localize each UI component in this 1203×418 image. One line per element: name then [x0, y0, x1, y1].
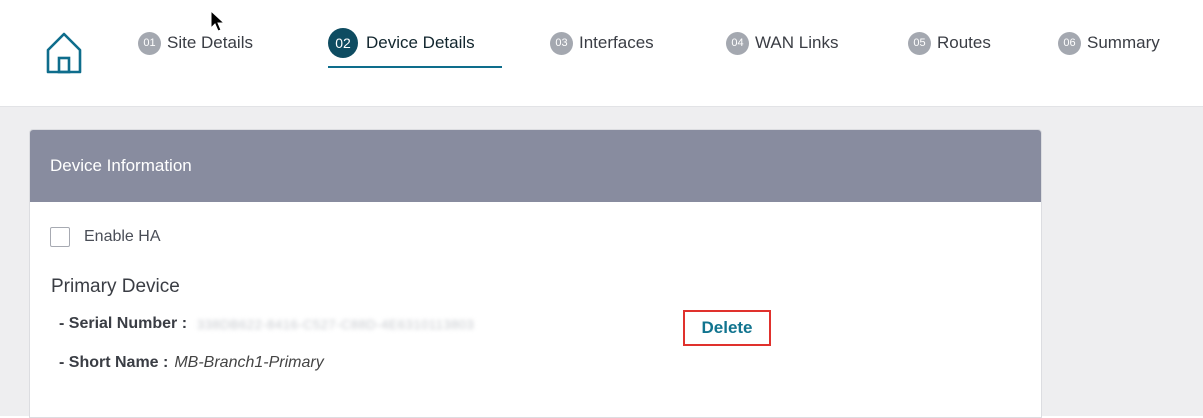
- step-number: 01: [138, 31, 161, 55]
- home-icon[interactable]: [44, 28, 84, 76]
- serial-number-label: - Serial Number :: [59, 315, 188, 332]
- enable-ha-label: Enable HA: [84, 228, 161, 245]
- serial-number-value: 338DB622-8416-C527-C88D-4E6310113803: [197, 316, 475, 332]
- wizard-header: 01 Site Details 02 Device Details 03 Int…: [0, 0, 1203, 107]
- step-interfaces[interactable]: 03 Interfaces: [550, 28, 654, 58]
- card-title: Device Information: [50, 156, 192, 175]
- step-number: 05: [908, 31, 931, 55]
- step-label: Routes: [937, 33, 991, 52]
- short-name-value: MB-Branch1-Primary: [174, 354, 324, 371]
- step-routes[interactable]: 05 Routes: [908, 28, 991, 58]
- step-wan-links[interactable]: 04 WAN Links: [726, 28, 838, 58]
- step-device-details[interactable]: 02 Device Details: [328, 28, 475, 58]
- active-step-underline: [328, 66, 502, 68]
- step-label: Site Details: [167, 33, 253, 52]
- step-label: Summary: [1087, 33, 1160, 52]
- card-header: Device Information: [30, 130, 1041, 202]
- primary-device-title: Primary Device: [51, 276, 180, 297]
- mouse-pointer-icon: [210, 10, 226, 32]
- serial-number-row: - Serial Number : 338DB622-8416-C527-C88…: [59, 315, 474, 333]
- short-name-row: - Short Name : MB-Branch1-Primary: [59, 354, 324, 372]
- device-information-card: Device Information Enable HA Primary Dev…: [29, 129, 1042, 418]
- step-summary[interactable]: 06 Summary: [1058, 28, 1160, 58]
- short-name-label: - Short Name :: [59, 354, 169, 371]
- step-number: 03: [550, 31, 573, 55]
- step-number: 02: [328, 28, 358, 58]
- step-number: 04: [726, 31, 749, 55]
- step-site-details[interactable]: 01 Site Details: [138, 28, 253, 58]
- step-label: Interfaces: [579, 33, 654, 52]
- enable-ha-checkbox[interactable]: [50, 227, 70, 247]
- enable-ha-row: Enable HA: [50, 227, 161, 247]
- step-number: 06: [1058, 31, 1081, 55]
- step-label: Device Details: [366, 33, 475, 52]
- step-label: WAN Links: [755, 33, 839, 52]
- delete-button[interactable]: Delete: [683, 310, 771, 346]
